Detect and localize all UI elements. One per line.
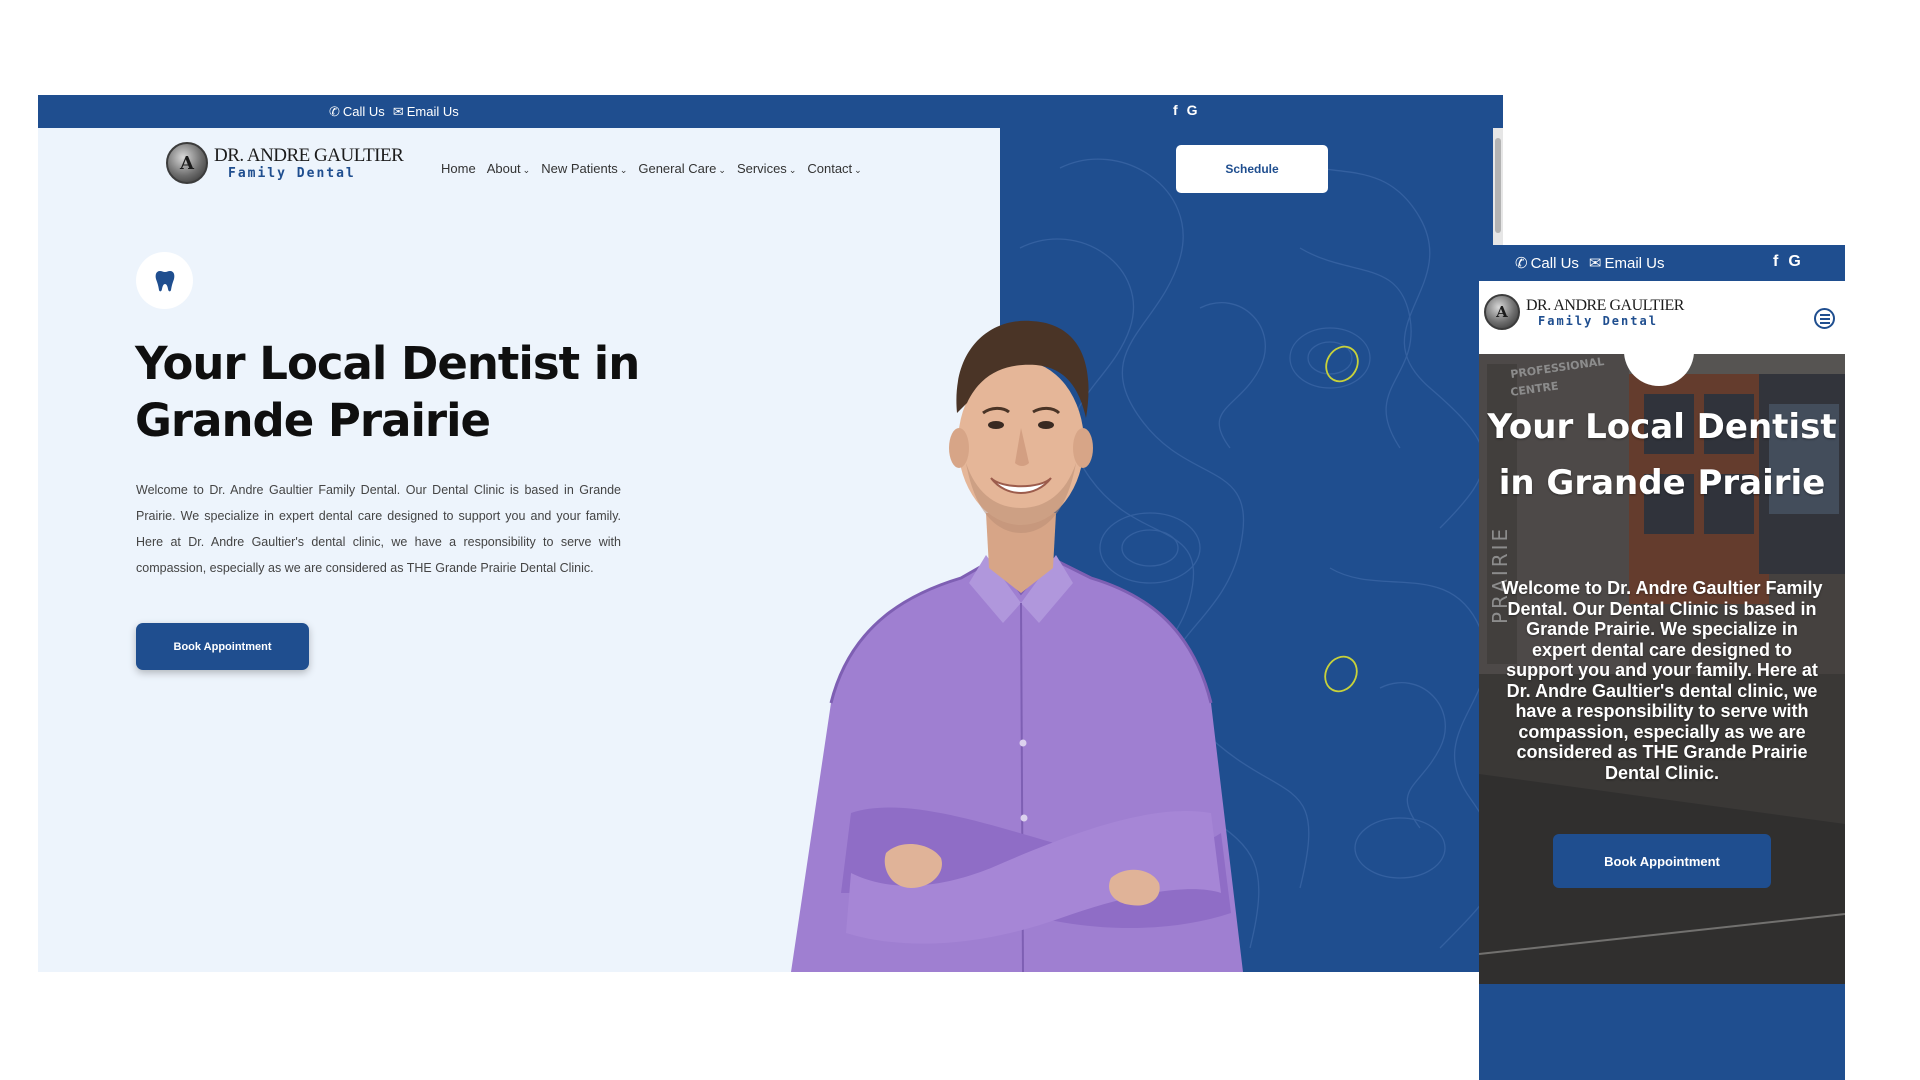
logo-line2: Family Dental — [228, 166, 356, 181]
nav-item-home[interactable]: Home — [441, 161, 476, 176]
call-us-link[interactable]: ✆ Call Us — [329, 104, 385, 120]
nav-item-new-patients[interactable]: New Patients ⌄ — [541, 161, 627, 176]
mobile-hero-paragraph: Welcome to Dr. Andre Gaultier Family Den… — [1501, 578, 1823, 783]
screenshot-stage: ✆ Call Us ✉ Email Us f G A DR. ANDRE GAU… — [0, 0, 1920, 1080]
mobile-email-us-link[interactable]: ✉ Email Us — [1589, 254, 1665, 272]
logo-line1: DR. ANDRE GAULTIER — [1526, 296, 1684, 314]
nav-item-label: Services — [736, 161, 787, 176]
scrollbar-thumb[interactable] — [1495, 138, 1501, 233]
email-us-link[interactable]: ✉ Email Us — [393, 104, 459, 120]
call-us-label: Call Us — [1530, 255, 1579, 272]
schedule-button[interactable]: Schedule — [1176, 145, 1328, 193]
tooth-icon — [155, 270, 174, 291]
mobile-book-appointment-button[interactable]: Book Appointment — [1553, 834, 1771, 888]
desktop-logo[interactable]: A DR. ANDRE GAULTIER Family Dental — [166, 142, 404, 184]
nav-item-label: Home — [441, 161, 476, 176]
email-us-label: Email Us — [406, 104, 459, 119]
logo-initials: A — [180, 152, 194, 174]
desktop-social-links: f G — [1173, 102, 1198, 118]
chevron-down-icon: ⌄ — [718, 165, 726, 175]
nav-item-general-care[interactable]: General Care ⌄ — [638, 161, 726, 176]
phone-icon: ✆ — [329, 104, 340, 119]
google-icon[interactable]: G — [1187, 102, 1198, 118]
call-us-label: Call Us — [342, 104, 385, 119]
nav-item-about[interactable]: About ⌄ — [487, 161, 531, 176]
desktop-top-bar: ✆ Call Us ✉ Email Us f G — [38, 95, 1503, 128]
mobile-contact-links: ✆ Call Us ✉ Email Us — [1515, 254, 1665, 272]
nav-item-contact[interactable]: Contact ⌄ — [807, 161, 861, 176]
facebook-icon[interactable]: f — [1173, 102, 1178, 118]
desktop-mockup: ✆ Call Us ✉ Email Us f G A DR. ANDRE GAU… — [38, 95, 1503, 972]
chevron-down-icon: ⌄ — [788, 165, 797, 175]
mobile-hero-title: Your Local Dentist in Grande Prairie — [1487, 407, 1837, 503]
google-icon[interactable]: G — [1788, 253, 1800, 271]
hero-paragraph: Welcome to Dr. Andre Gaultier Family Den… — [136, 483, 621, 575]
mobile-top-bar: ✆ Call Us ✉ Email Us f G — [1479, 245, 1845, 281]
logo-text: DR. ANDRE GAULTIER Family Dental — [214, 145, 404, 181]
email-us-label: Email Us — [1604, 255, 1665, 272]
nav-item-services[interactable]: Services ⌄ — [737, 161, 796, 176]
logo-line2: Family Dental — [1538, 313, 1658, 328]
mobile-social-links: f G — [1773, 253, 1801, 271]
desktop-contact-links: ✆ Call Us ✉ Email Us — [329, 104, 459, 120]
mobile-mockup: ✆ Call Us ✉ Email Us f G A DR. ANDRE GAULT… — [1479, 245, 1845, 1080]
mobile-logo[interactable]: A DR. ANDRE GAULTIER Family Dental — [1484, 294, 1684, 330]
chevron-down-icon: ⌄ — [854, 165, 862, 175]
facebook-icon[interactable]: f — [1773, 253, 1778, 271]
nav-item-label: Contact — [807, 161, 853, 176]
nav-item-label: New Patients — [541, 161, 618, 176]
main-navigation: Home About ⌄ New Patients ⌄ General Care ⌄ … — [441, 161, 862, 176]
phone-icon: ✆ — [1515, 255, 1528, 272]
logo-text: DR. ANDRE GAULTIER Family Dental — [1526, 296, 1684, 328]
nav-item-label: About — [486, 161, 521, 176]
hero-title: Your Local Dentist in Grande Prairie — [135, 337, 640, 447]
nav-item-label: General Care — [638, 161, 717, 176]
chevron-down-icon: ⌄ — [619, 165, 628, 175]
logo-emblem-icon: A — [1484, 294, 1520, 330]
hamburger-menu-icon[interactable] — [1814, 308, 1835, 329]
chevron-down-icon: ⌄ — [522, 165, 531, 175]
tooth-badge — [136, 252, 193, 309]
logo-line1: DR. ANDRE GAULTIER — [214, 145, 404, 166]
envelope-icon: ✉ — [392, 104, 404, 119]
dentist-photo — [791, 320, 1243, 972]
logo-initials: A — [1496, 303, 1508, 321]
mobile-header: A DR. ANDRE GAULTIER Family Dental — [1479, 281, 1845, 354]
logo-emblem-icon: A — [166, 142, 208, 184]
envelope-icon: ✉ — [1588, 255, 1602, 272]
book-appointment-button[interactable]: Book Appointment — [136, 623, 309, 670]
mobile-call-us-link[interactable]: ✆ Call Us — [1515, 254, 1579, 272]
mobile-hero: PROFESSIONAL CENTRE PRAIRIE Your Local D… — [1479, 354, 1845, 984]
